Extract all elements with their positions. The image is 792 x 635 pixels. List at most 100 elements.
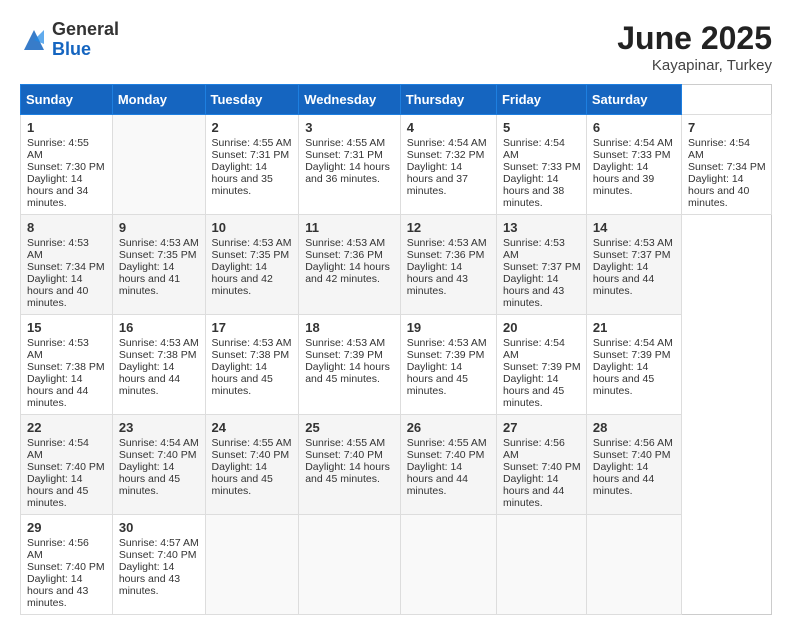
daylight-text: Daylight: 14 hours and 34 minutes. <box>27 173 88 209</box>
sunrise-text: Sunrise: 4:53 AM <box>593 237 673 249</box>
day-number: 29 <box>27 520 107 535</box>
column-header-saturday: Saturday <box>586 85 681 115</box>
calendar-cell-30: 30Sunrise: 4:57 AMSunset: 7:40 PMDayligh… <box>112 515 205 615</box>
daylight-text: Daylight: 14 hours and 43 minutes. <box>407 261 468 297</box>
sunset-text: Sunset: 7:40 PM <box>593 449 671 461</box>
sunset-text: Sunset: 7:39 PM <box>407 349 485 361</box>
daylight-text: Daylight: 14 hours and 45 minutes. <box>503 373 564 409</box>
calendar-cell-13: 13Sunrise: 4:53 AMSunset: 7:37 PMDayligh… <box>496 215 586 315</box>
calendar-cell-4: 4Sunrise: 4:54 AMSunset: 7:32 PMDaylight… <box>400 115 496 215</box>
calendar-cell-2: 2Sunrise: 4:55 AMSunset: 7:31 PMDaylight… <box>205 115 299 215</box>
daylight-text: Daylight: 14 hours and 40 minutes. <box>688 173 749 209</box>
daylight-text: Daylight: 14 hours and 36 minutes. <box>305 161 390 185</box>
logo-blue-text: Blue <box>52 40 119 60</box>
calendar-table: SundayMondayTuesdayWednesdayThursdayFrid… <box>20 84 772 615</box>
calendar-cell-empty <box>586 515 681 615</box>
day-number: 3 <box>305 120 394 135</box>
daylight-text: Daylight: 14 hours and 45 minutes. <box>119 461 180 497</box>
day-number: 10 <box>212 220 294 235</box>
sunset-text: Sunset: 7:40 PM <box>407 449 485 461</box>
calendar-cell-25: 25Sunrise: 4:55 AMSunset: 7:40 PMDayligh… <box>299 415 400 515</box>
day-number: 14 <box>593 220 676 235</box>
daylight-text: Daylight: 14 hours and 44 minutes. <box>407 461 468 497</box>
sunset-text: Sunset: 7:35 PM <box>212 249 290 261</box>
day-number: 2 <box>212 120 294 135</box>
sunset-text: Sunset: 7:37 PM <box>593 249 671 261</box>
sunrise-text: Sunrise: 4:53 AM <box>119 237 199 249</box>
calendar-cell-1: 1 Sunrise: 4:55 AMSunset: 7:30 PMDaylight… <box>21 115 113 215</box>
day-number: 25 <box>305 420 394 435</box>
calendar-week-5: 29Sunrise: 4:56 AMSunset: 7:40 PMDayligh… <box>21 515 772 615</box>
daylight-text: Daylight: 14 hours and 45 minutes. <box>407 361 468 397</box>
calendar-cell-empty <box>400 515 496 615</box>
day-number: 15 <box>27 320 107 335</box>
calendar-cell-15: 15Sunrise: 4:53 AMSunset: 7:38 PMDayligh… <box>21 315 113 415</box>
day-number: 5 <box>503 120 581 135</box>
sunset-text: Sunset: 7:32 PM <box>407 149 485 161</box>
daylight-text: Daylight: 14 hours and 45 minutes. <box>305 461 390 485</box>
sunset-text: Sunset: 7:31 PM <box>212 149 290 161</box>
sunrise-text: Sunrise: 4:53 AM <box>305 337 385 349</box>
calendar-cell-empty <box>112 115 205 215</box>
daylight-text: Daylight: 14 hours and 45 minutes. <box>305 361 390 385</box>
sunrise-text: Sunrise: 4:53 AM <box>212 337 292 349</box>
day-number: 19 <box>407 320 491 335</box>
logo: General Blue <box>20 20 119 60</box>
day-number: 23 <box>119 420 200 435</box>
title-block: June 2025 Kayapinar, Turkey <box>617 20 772 74</box>
sunset-text: Sunset: 7:36 PM <box>407 249 485 261</box>
sunset-text: Sunset: 7:39 PM <box>593 349 671 361</box>
column-header-wednesday: Wednesday <box>299 85 400 115</box>
calendar-cell-17: 17Sunrise: 4:53 AMSunset: 7:38 PMDayligh… <box>205 315 299 415</box>
day-number: 1 <box>27 120 107 135</box>
daylight-text: Daylight: 14 hours and 44 minutes. <box>593 461 654 497</box>
calendar-cell-23: 23Sunrise: 4:54 AMSunset: 7:40 PMDayligh… <box>112 415 205 515</box>
calendar-cell-19: 19 Sunrise: 4:53 AMSunset: 7:39 PMDayligh… <box>400 315 496 415</box>
daylight-text: Daylight: 14 hours and 38 minutes. <box>503 173 564 209</box>
calendar-cell-6: 6Sunrise: 4:54 AMSunset: 7:33 PMDaylight… <box>586 115 681 215</box>
sunset-text: Sunset: 7:37 PM <box>503 261 581 273</box>
calendar-cell-empty <box>205 515 299 615</box>
sunrise-text: Sunrise: 4:55 AM <box>212 137 292 149</box>
daylight-text: Daylight: 14 hours and 41 minutes. <box>119 261 180 297</box>
sunrise-text: Sunrise: 4:54 AM <box>593 137 673 149</box>
day-number: 17 <box>212 320 294 335</box>
column-header-tuesday: Tuesday <box>205 85 299 115</box>
day-number: 16 <box>119 320 200 335</box>
calendar-header-row: SundayMondayTuesdayWednesdayThursdayFrid… <box>21 85 772 115</box>
daylight-text: Daylight: 14 hours and 43 minutes. <box>119 561 180 597</box>
sunset-text: Sunset: 7:38 PM <box>212 349 290 361</box>
sunrise-text: Sunrise: 4:55 AM <box>305 437 385 449</box>
sunrise-text: Sunrise: 4:55 AM <box>27 137 89 161</box>
daylight-text: Daylight: 14 hours and 45 minutes. <box>593 361 654 397</box>
daylight-text: Daylight: 14 hours and 39 minutes. <box>593 161 654 197</box>
sunrise-text: Sunrise: 4:56 AM <box>593 437 673 449</box>
sunset-text: Sunset: 7:40 PM <box>27 461 105 473</box>
day-number: 9 <box>119 220 200 235</box>
calendar-cell-5: 5Sunrise: 4:54 AMSunset: 7:33 PMDaylight… <box>496 115 586 215</box>
sunset-text: Sunset: 7:30 PM <box>27 161 105 173</box>
sunrise-text: Sunrise: 4:54 AM <box>27 437 89 461</box>
sunrise-text: Sunrise: 4:53 AM <box>27 337 89 361</box>
daylight-text: Daylight: 14 hours and 42 minutes. <box>212 261 273 297</box>
calendar-cell-3: 3Sunrise: 4:55 AMSunset: 7:31 PMDaylight… <box>299 115 400 215</box>
column-header-thursday: Thursday <box>400 85 496 115</box>
sunset-text: Sunset: 7:31 PM <box>305 149 383 161</box>
sunrise-text: Sunrise: 4:53 AM <box>407 337 487 349</box>
calendar-cell-empty <box>299 515 400 615</box>
location-subtitle: Kayapinar, Turkey <box>617 57 772 74</box>
sunset-text: Sunset: 7:38 PM <box>119 349 197 361</box>
calendar-cell-26: 26Sunrise: 4:55 AMSunset: 7:40 PMDayligh… <box>400 415 496 515</box>
column-header-monday: Monday <box>112 85 205 115</box>
day-number: 11 <box>305 220 394 235</box>
sunrise-text: Sunrise: 4:54 AM <box>593 337 673 349</box>
sunset-text: Sunset: 7:38 PM <box>27 361 105 373</box>
day-number: 21 <box>593 320 676 335</box>
calendar-week-2: 8Sunrise: 4:53 AMSunset: 7:34 PMDaylight… <box>21 215 772 315</box>
sunset-text: Sunset: 7:40 PM <box>119 549 197 561</box>
sunrise-text: Sunrise: 4:55 AM <box>407 437 487 449</box>
sunset-text: Sunset: 7:39 PM <box>305 349 383 361</box>
calendar-cell-22: 22Sunrise: 4:54 AMSunset: 7:40 PMDayligh… <box>21 415 113 515</box>
sunset-text: Sunset: 7:34 PM <box>688 161 766 173</box>
calendar-cell-18: 18Sunrise: 4:53 AMSunset: 7:39 PMDayligh… <box>299 315 400 415</box>
